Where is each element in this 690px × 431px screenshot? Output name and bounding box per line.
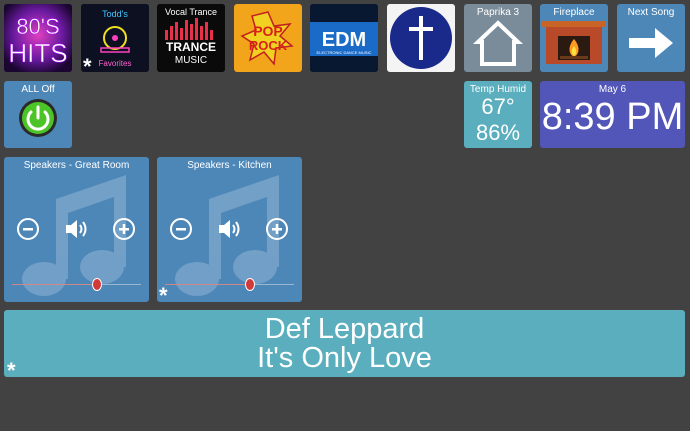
minus-icon	[23, 228, 33, 231]
plus-icon	[272, 224, 282, 234]
volume-up-button[interactable]	[266, 218, 288, 240]
home-icon	[472, 20, 524, 66]
volume-icon	[219, 220, 240, 238]
album-trance-label-3: MUSIC	[175, 55, 207, 66]
favorite-star-icon: *	[7, 358, 16, 378]
volume-slider-empty	[250, 284, 294, 285]
volume-up-button[interactable]	[113, 218, 135, 240]
album-pop-rock[interactable]: POP ROCK	[234, 4, 302, 72]
album-poprock-label-2: ROCK	[249, 38, 288, 53]
fireplace-tile[interactable]: Fireplace	[540, 4, 608, 72]
volume-down-button[interactable]	[170, 218, 192, 240]
speaker-great-room-tile[interactable]: Speakers - Great Room	[4, 157, 149, 302]
clock-date: May 6	[598, 84, 627, 95]
temp-humid-tile: Temp Humid 67° 86%	[464, 81, 532, 148]
album-edm-label-2: ELECTRONIC DANCE MUSIC	[317, 50, 372, 55]
album-trance-art: Vocal Trance TRANCE MUSIC	[157, 4, 225, 72]
temperature-value: 67°	[481, 94, 515, 119]
favorite-star-icon: *	[83, 54, 92, 73]
now-playing-artist: Def Leppard	[264, 313, 425, 345]
album-80s-label-1: 80'S	[16, 14, 59, 39]
album-80s-label-2: HITS	[8, 38, 67, 68]
album-todds-label-1: Todd's	[102, 9, 128, 19]
album-vocal-trance[interactable]: Vocal Trance TRANCE MUSIC	[157, 4, 225, 72]
volume-slider-filled	[12, 284, 98, 285]
volume-icon	[66, 220, 87, 238]
power-icon	[19, 99, 57, 137]
favorite-star-icon: *	[159, 283, 168, 303]
fireplace-icon	[542, 21, 606, 64]
clock-tile: May 6 8:39 PM	[540, 81, 685, 148]
minus-icon	[176, 228, 186, 231]
album-todds-label-2: Favorites	[99, 59, 132, 68]
album-trance-label-1: Vocal Trance	[165, 7, 217, 17]
album-edm[interactable]: EDM ELECTRONIC DANCE MUSIC	[310, 4, 378, 72]
paprika-tile[interactable]: Paprika 3	[464, 4, 532, 72]
next-song-tile[interactable]: Next Song	[617, 4, 685, 72]
now-playing-tile[interactable]: Def Leppard It's Only Love *	[4, 310, 685, 377]
album-80s-hits[interactable]: 80'S HITS	[4, 4, 72, 72]
humidity-value: 86%	[475, 120, 521, 145]
album-worship[interactable]	[387, 4, 455, 72]
volume-slider-filled	[165, 284, 251, 285]
now-playing-song: It's Only Love	[257, 342, 432, 374]
arrow-right-icon	[629, 28, 673, 58]
clock-time: 8:39 PM	[541, 96, 684, 138]
all-off-tile[interactable]: ALL Off	[4, 81, 72, 148]
album-trance-label-2: TRANCE	[166, 40, 216, 54]
album-poprock-art: POP ROCK	[234, 4, 302, 72]
album-edm-art: EDM ELECTRONIC DANCE MUSIC	[310, 4, 378, 72]
plus-icon	[119, 224, 129, 234]
album-poprock-label-1: POP	[253, 23, 283, 39]
cross-icon	[390, 7, 452, 69]
volume-down-button[interactable]	[17, 218, 39, 240]
volume-slider-empty	[97, 284, 141, 285]
album-80s-art: 80'S HITS	[4, 4, 72, 72]
album-todds-favorites[interactable]: Todd's Favorites *	[81, 4, 149, 72]
speaker-kitchen-tile[interactable]: Speakers - Kitchen *	[157, 157, 302, 302]
album-edm-label-1: EDM	[322, 29, 366, 51]
